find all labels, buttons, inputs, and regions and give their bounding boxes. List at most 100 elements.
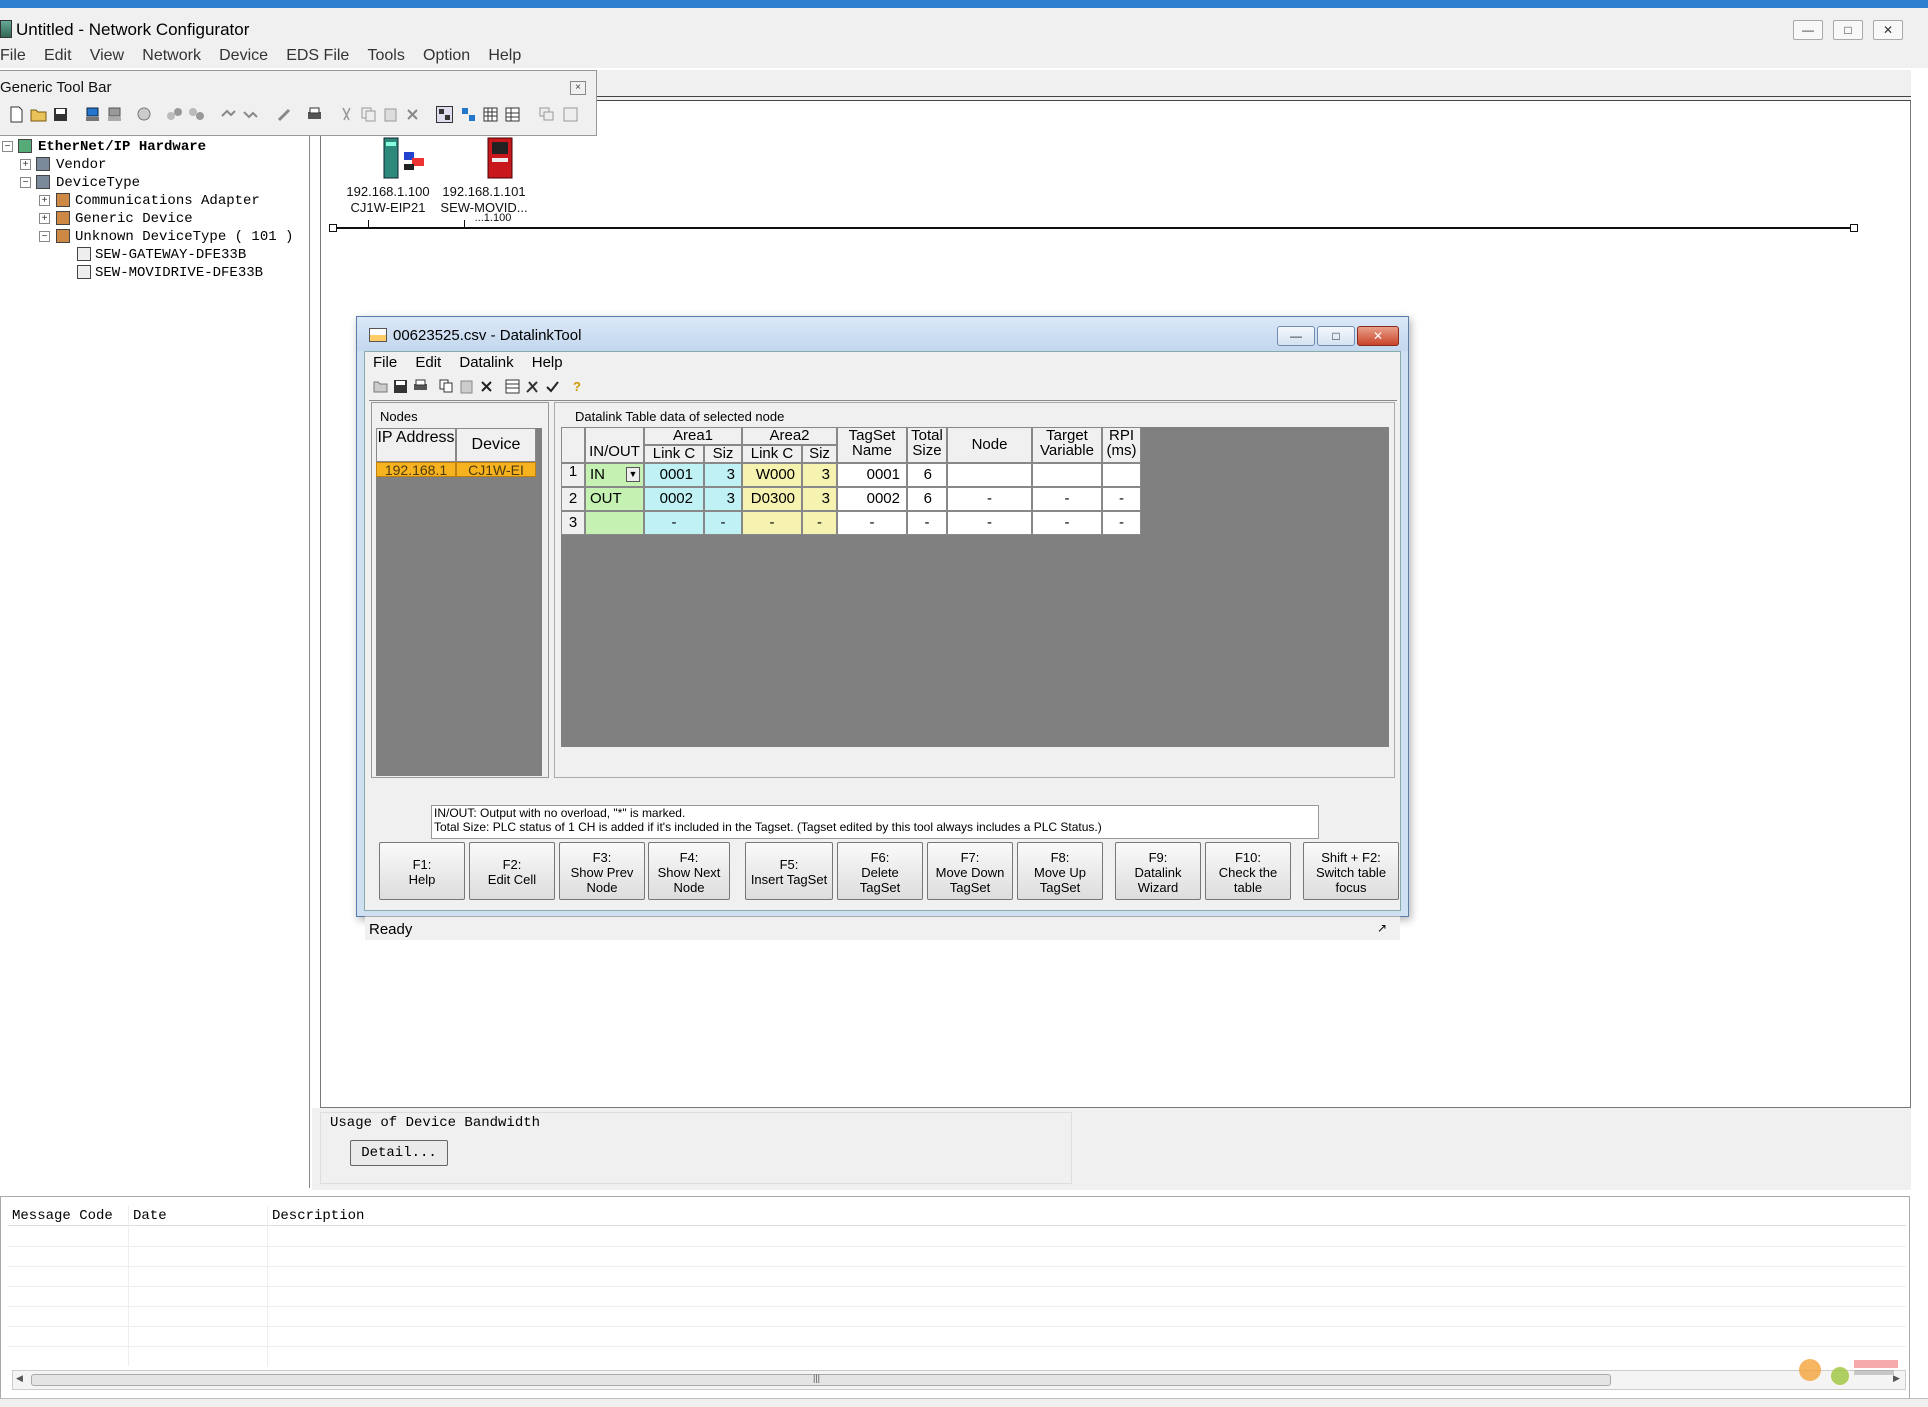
maximize-button[interactable]: □ (1833, 20, 1863, 40)
nodes-col-ip[interactable]: IP Address (376, 428, 456, 462)
cell-area2-size[interactable]: 3 (802, 487, 837, 511)
f4-show-next-node-button[interactable]: F4: Show Next Node (648, 842, 730, 900)
cell-inout[interactable] (585, 511, 644, 535)
dropdown-arrow-icon[interactable]: ▼ (626, 467, 640, 482)
cell-target-variable[interactable] (1032, 463, 1102, 487)
wizard-icon[interactable] (276, 106, 293, 123)
delete-icon[interactable] (404, 106, 421, 123)
cell-rpi[interactable]: - (1102, 511, 1141, 535)
parameter-icon[interactable] (460, 106, 477, 123)
col-area2-size[interactable]: Siz (802, 445, 837, 463)
print-icon[interactable] (413, 379, 428, 394)
scroll-left-icon[interactable]: ◀ (16, 1373, 23, 1384)
device-cj1w-eip21-icon[interactable] (382, 136, 428, 180)
tree-sew-gateway[interactable]: SEW-GATEWAY-DFE33B (95, 247, 246, 263)
tree-unknown-devicetype[interactable]: Unknown DeviceType ( 101 ) (75, 229, 293, 245)
cell-area1-size[interactable]: 3 (704, 463, 742, 487)
delete-icon[interactable] (479, 379, 494, 394)
tree-devicetype[interactable]: DeviceType (56, 175, 140, 191)
cell-rpi[interactable] (1102, 463, 1141, 487)
detail-button[interactable]: Detail... (350, 1140, 448, 1166)
dialog-maximize-button[interactable]: □ (1317, 326, 1355, 346)
table-icon[interactable] (482, 106, 499, 123)
message-horizontal-scrollbar[interactable]: ◀ ||| ▶ (12, 1370, 1906, 1390)
cell-node[interactable]: - (947, 511, 1032, 535)
network-line-start-handle[interactable] (329, 224, 337, 232)
menu-file[interactable]: File (0, 44, 26, 68)
menu-edit[interactable]: Edit (44, 44, 72, 68)
col-area1-link[interactable]: Link C (644, 445, 704, 463)
cell-tagset-name[interactable]: 0001 (837, 463, 907, 487)
cell-inout[interactable]: OUT (585, 487, 644, 511)
window-tile-icon[interactable] (562, 106, 579, 123)
col-description[interactable]: Description (272, 1208, 364, 1224)
col-rpi[interactable]: RPI (ms) (1102, 427, 1141, 463)
f9-datalink-wizard-button[interactable]: F9: Datalink Wizard (1115, 842, 1201, 900)
menu-option[interactable]: Option (423, 44, 470, 68)
f7-move-down-tagset-button[interactable]: F7: Move Down TagSet (927, 842, 1013, 900)
f10-check-table-button[interactable]: F10: Check the table (1205, 842, 1291, 900)
upload-icon[interactable] (84, 106, 101, 123)
new-file-icon[interactable] (8, 106, 25, 123)
dialog-menu-help[interactable]: Help (532, 352, 563, 374)
col-area2[interactable]: Area2 (742, 427, 837, 445)
scroll-thumb[interactable] (31, 1374, 1611, 1386)
cell-rpi[interactable]: - (1102, 487, 1141, 511)
tree-root[interactable]: EtherNet/IP Hardware (38, 139, 206, 155)
tree-collapse-unknown[interactable]: − (39, 231, 50, 242)
cell-area1-size[interactable]: 3 (704, 487, 742, 511)
help-icon[interactable]: ? (569, 379, 584, 394)
col-area1-size[interactable]: Siz (704, 445, 742, 463)
cell-area2-link[interactable]: W000 (742, 463, 802, 487)
col-tagset-name[interactable]: TagSet Name (837, 427, 907, 463)
tree-generic-device[interactable]: Generic Device (75, 211, 193, 227)
col-target-variable[interactable]: Target Variable (1032, 427, 1102, 463)
tree-expand-comm-adapter[interactable]: + (39, 195, 50, 206)
f5-insert-tagset-button[interactable]: F5: Insert TagSet (745, 842, 833, 900)
cell-area1-size[interactable]: - (704, 511, 742, 535)
cell-area1-link[interactable]: 0001 (644, 463, 704, 487)
cell-inout-editor[interactable]: IN ▼ (585, 463, 644, 487)
tree-expand-generic-device[interactable]: + (39, 213, 50, 224)
col-area2-link[interactable]: Link C (742, 445, 802, 463)
open-folder-icon[interactable] (30, 106, 47, 123)
monitor-stop-icon[interactable] (242, 106, 259, 123)
cell-total-size[interactable]: 6 (907, 463, 947, 487)
node-row-ip[interactable]: 192.168.1 (376, 462, 456, 477)
tree-collapse-root[interactable]: − (2, 141, 13, 152)
save-icon[interactable] (393, 379, 408, 394)
f3-show-prev-node-button[interactable]: F3: Show Prev Node (559, 842, 645, 900)
download-icon[interactable] (106, 106, 123, 123)
paste-icon[interactable] (459, 379, 474, 394)
disconnect-icon[interactable] (188, 106, 205, 123)
node-row-device[interactable]: CJ1W-EI (456, 462, 536, 477)
menu-network[interactable]: Network (142, 44, 201, 68)
cell-node[interactable]: - (947, 487, 1032, 511)
cut-icon[interactable] (338, 106, 355, 123)
network-line-end-handle[interactable] (1850, 224, 1858, 232)
col-area1[interactable]: Area1 (644, 427, 742, 445)
monitor-icon[interactable] (220, 106, 237, 123)
grid-icon[interactable] (504, 106, 521, 123)
cell-node[interactable] (947, 463, 1032, 487)
f2-edit-cell-button[interactable]: F2: Edit Cell (469, 842, 555, 900)
col-message-code[interactable]: Message Code (12, 1208, 113, 1224)
tree-expand-vendor[interactable]: + (20, 159, 31, 170)
wizard-table-icon[interactable] (505, 379, 520, 394)
nodes-col-device[interactable]: Device (456, 428, 536, 462)
minimize-button[interactable]: — (1793, 20, 1823, 40)
col-total-size[interactable]: Total Size (907, 427, 947, 463)
print-icon[interactable] (306, 106, 323, 123)
cell-tagset-name[interactable]: 0002 (837, 487, 907, 511)
dialog-title-bar[interactable]: 00623525.csv - DatalinkTool — □ ✕ (357, 317, 1408, 351)
close-button[interactable]: ✕ (1873, 20, 1903, 40)
f6-delete-tagset-button[interactable]: F6: Delete TagSet (837, 842, 923, 900)
dialog-close-button[interactable]: ✕ (1357, 326, 1399, 346)
col-node[interactable]: Node (947, 427, 1032, 463)
cell-total-size[interactable]: 6 (907, 487, 947, 511)
dialog-menu-file[interactable]: File (373, 352, 397, 374)
dialog-minimize-button[interactable]: — (1277, 326, 1315, 346)
nodes-grid[interactable]: IP Address Device 192.168.1 CJ1W-EI (376, 428, 542, 776)
menu-device[interactable]: Device (219, 44, 268, 68)
paste-icon[interactable] (382, 106, 399, 123)
